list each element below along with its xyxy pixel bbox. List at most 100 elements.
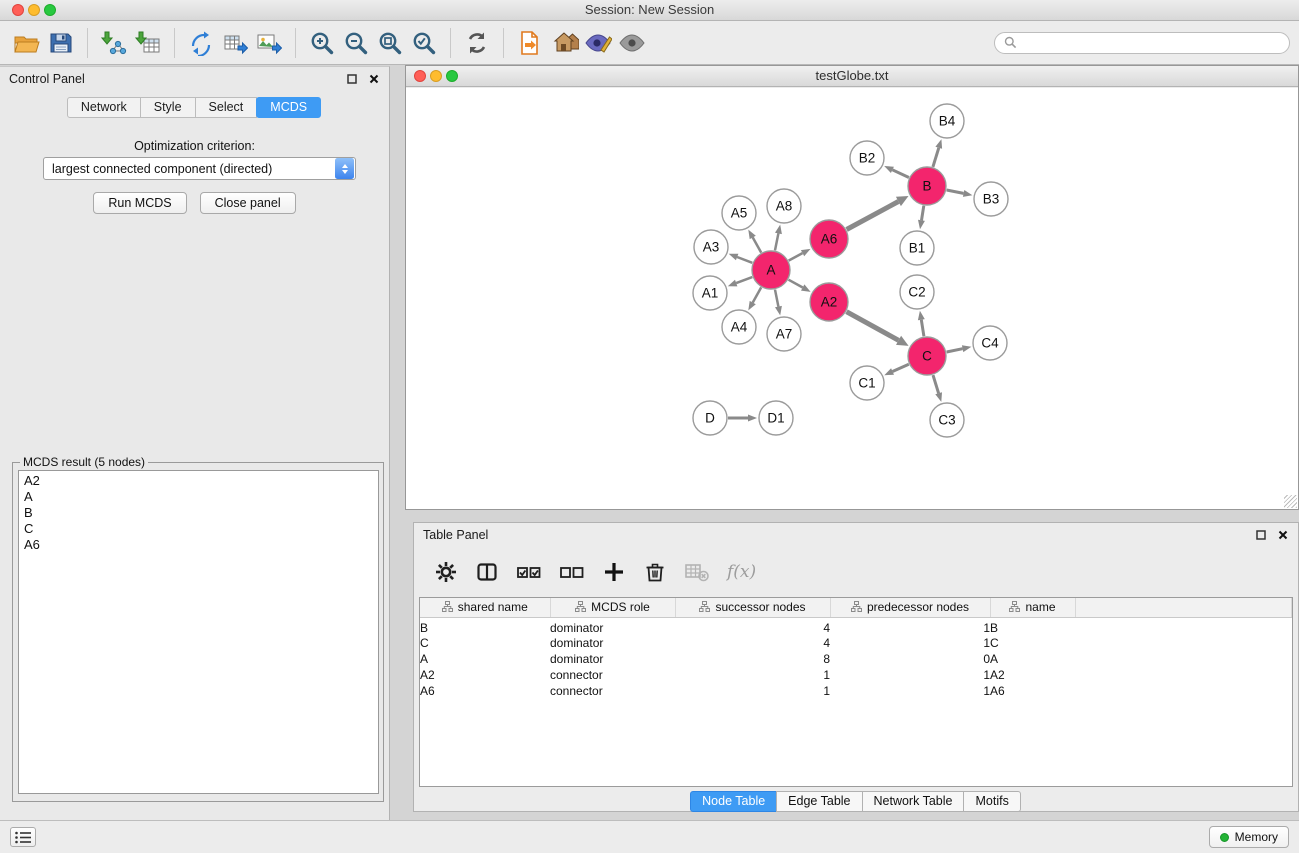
deselect-all-button[interactable] [559,560,585,584]
graph-node-A6[interactable]: A6 [810,220,848,258]
show-column-button[interactable] [475,560,499,584]
graph-node-A[interactable]: A [752,251,790,289]
zoom-in-button[interactable] [305,25,339,61]
close-panel-icon[interactable] [368,73,380,85]
function-builder-button[interactable]: f(x) [727,562,756,582]
tab-mcds[interactable]: MCDS [256,97,321,118]
graph-edge-A-A4[interactable] [748,287,761,310]
tab-style[interactable]: Style [140,97,196,118]
tab-network[interactable]: Network [67,97,141,118]
show-graphics-button[interactable] [615,25,649,61]
network-graph[interactable]: B4B2BB3A5A8A6A3B1AC2A1A2A4A7C4CC1C3DD1 [406,88,1298,509]
export-image-button[interactable] [252,25,286,61]
minimize-window-button[interactable] [430,70,442,82]
search-box[interactable] [994,32,1290,54]
graph-node-A5[interactable]: A5 [722,196,756,230]
graph-node-A8[interactable]: A8 [767,189,801,223]
graph-node-C3[interactable]: C3 [930,403,964,437]
select-all-button[interactable] [516,560,542,584]
resize-grip[interactable] [1284,495,1297,508]
graph-edge-B-B2[interactable] [884,166,909,178]
graph-node-C4[interactable]: C4 [973,326,1007,360]
zoom-out-button[interactable] [339,25,373,61]
zoom-window-button[interactable] [446,70,458,82]
float-panel-icon[interactable] [1255,529,1267,541]
task-history-button[interactable] [10,827,36,847]
graph-node-B3[interactable]: B3 [974,182,1008,216]
annotation-eye-button[interactable] [581,25,615,61]
home-button[interactable] [547,25,581,61]
import-table-button[interactable] [131,25,165,61]
delete-column-button[interactable] [643,560,667,584]
mcds-result-list[interactable]: A2ABCA6 [18,470,379,794]
table-row[interactable]: A6connector11A6 [420,683,1292,699]
graph-node-B[interactable]: B [908,167,946,205]
graph-node-A3[interactable]: A3 [694,230,728,264]
graph-edge-C-C3[interactable] [933,375,942,402]
close-panel-icon[interactable] [1277,529,1289,541]
graph-node-D1[interactable]: D1 [759,401,793,435]
criterion-dropdown[interactable]: largest connected component (directed) [43,157,356,180]
graph-node-C2[interactable]: C2 [900,275,934,309]
graph-edge-A-A1[interactable] [728,277,753,286]
graph-node-A1[interactable]: A1 [693,276,727,310]
memory-button[interactable]: Memory [1209,826,1289,848]
graph-edge-B-B1[interactable] [918,206,925,230]
run-mcds-button[interactable]: Run MCDS [93,192,186,214]
table-row[interactable]: Cdominator41C [420,635,1292,651]
table-settings-button[interactable] [434,560,458,584]
graph-node-A2[interactable]: A2 [810,283,848,321]
graph-edge-A-A8[interactable] [775,225,782,251]
new-network-button[interactable] [184,25,218,61]
graph-edge-C-C2[interactable] [918,311,925,336]
tab-network-table[interactable]: Network Table [862,791,965,812]
network-window-titlebar[interactable]: testGlobe.txt [406,66,1298,87]
table-row[interactable]: Bdominator41B [420,617,1292,635]
graph-node-B2[interactable]: B2 [850,141,884,175]
save-session-button[interactable] [44,25,78,61]
graph-node-C1[interactable]: C1 [850,366,884,400]
export-table-button[interactable] [218,25,252,61]
graph-edge-C-C4[interactable] [947,345,972,352]
column-header-predecessor-nodes[interactable]: predecessor nodes [830,598,990,617]
zoom-fit-button[interactable] [373,25,407,61]
graph-edge-A6-B[interactable] [847,196,909,230]
search-input[interactable] [1022,36,1280,50]
graph-edge-D-D1[interactable] [728,415,757,422]
column-header-shared-name[interactable]: shared name [420,598,550,617]
open-session-button[interactable] [10,25,44,61]
graph-edge-B-B3[interactable] [947,190,973,197]
zoom-app-button[interactable] [44,4,56,16]
graph-node-C[interactable]: C [908,337,946,375]
tab-node-table[interactable]: Node Table [690,791,777,812]
tab-edge-table[interactable]: Edge Table [776,791,862,812]
close-app-button[interactable] [12,4,24,16]
graph-edge-A-A6[interactable] [789,249,811,261]
column-header-name[interactable]: name [990,598,1075,617]
close-panel-button[interactable]: Close panel [200,192,296,214]
network-canvas[interactable]: B4B2BB3A5A8A6A3B1AC2A1A2A4A7C4CC1C3DD1 [406,88,1298,509]
create-column-button[interactable] [602,560,626,584]
graph-node-B1[interactable]: B1 [900,231,934,265]
float-panel-icon[interactable] [346,73,358,85]
tab-select[interactable]: Select [195,97,258,118]
column-header-MCDS-role[interactable]: MCDS role [550,598,675,617]
graph-node-B4[interactable]: B4 [930,104,964,138]
table-row[interactable]: Adominator80A [420,651,1292,667]
graph-edge-C-C1[interactable] [884,364,909,375]
zoom-selected-button[interactable] [407,25,441,61]
node-table-grid[interactable]: shared nameMCDS rolesuccessor nodesprede… [420,598,1292,699]
apply-layout-button[interactable] [460,25,494,61]
graph-edge-A-A3[interactable] [729,254,753,263]
export-document-button[interactable] [513,25,547,61]
graph-edge-A-A5[interactable] [748,230,761,253]
graph-edge-B-B4[interactable] [933,139,942,167]
graph-edge-A-A7[interactable] [775,290,782,316]
delete-table-button[interactable] [684,560,710,584]
minimize-app-button[interactable] [28,4,40,16]
tab-motifs[interactable]: Motifs [963,791,1020,812]
import-network-button[interactable] [97,25,131,61]
graph-edge-A2-C[interactable] [847,312,909,346]
graph-node-D[interactable]: D [693,401,727,435]
graph-edge-A-A2[interactable] [789,280,811,292]
